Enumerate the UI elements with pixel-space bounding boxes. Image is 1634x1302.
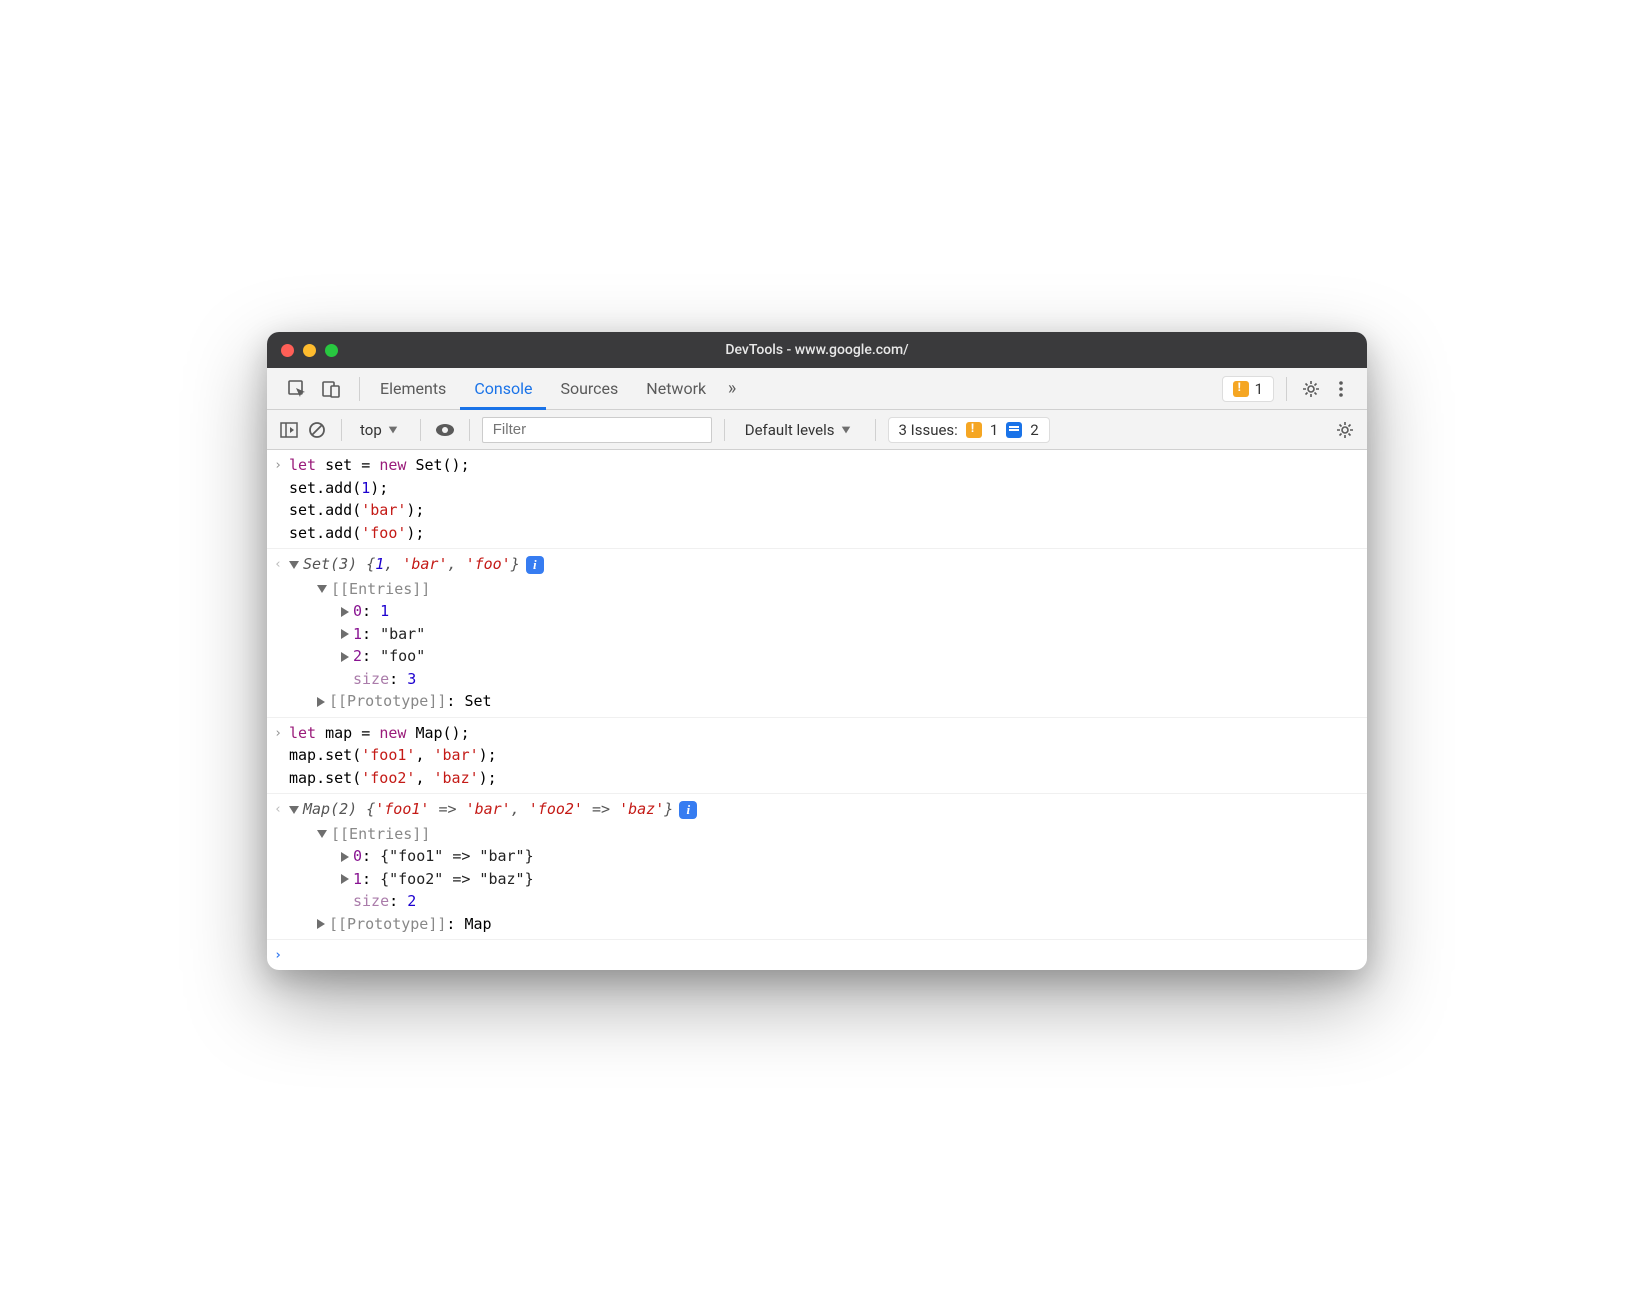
prototype-group[interactable]: [[Prototype]]: Set	[289, 690, 1357, 713]
disclosure-triangle-icon[interactable]	[341, 629, 349, 639]
code-line: let set = new Set();	[289, 454, 1357, 477]
chevron-down-icon	[841, 426, 850, 433]
entries-group[interactable]: [[Entries]]	[289, 578, 1357, 601]
levels-label: Default levels	[745, 421, 835, 439]
code-line: map.set('foo2', 'baz');	[289, 767, 1357, 790]
console-output: let set = new Set();set.add(1);set.add('…	[267, 450, 1367, 970]
warning-count: 1	[1255, 380, 1263, 398]
chevron-down-icon	[389, 426, 398, 433]
prompt-marker-icon	[267, 944, 289, 966]
row-content: Map(2) {'foo1' => 'bar', 'foo2' => 'baz'…	[289, 798, 1367, 935]
disclosure-triangle-icon[interactable]	[317, 585, 327, 593]
log-levels-selector[interactable]: Default levels	[737, 421, 863, 439]
disclosure-triangle-icon[interactable]	[341, 652, 349, 662]
settings-icon[interactable]	[1299, 377, 1323, 401]
disclosure-triangle-icon[interactable]	[289, 806, 299, 814]
size-property: size: 2	[289, 890, 1357, 913]
entry-item[interactable]: 1: "bar"	[289, 623, 1357, 646]
row-content: let set = new Set();set.add(1);set.add('…	[289, 454, 1367, 544]
maximize-window-button[interactable]	[325, 344, 338, 357]
tab-elements[interactable]: Elements	[366, 368, 460, 410]
live-expression-icon[interactable]	[433, 418, 457, 442]
separator	[724, 419, 725, 441]
message-icon	[1006, 422, 1022, 438]
disclosure-triangle-icon[interactable]	[341, 874, 349, 884]
warnings-badge[interactable]: 1	[1222, 376, 1274, 402]
code-line: set.add('bar');	[289, 499, 1357, 522]
sidebar-toggle-icon[interactable]	[277, 418, 301, 442]
console-row: let map = new Map();map.set('foo1', 'bar…	[267, 718, 1367, 795]
tab-console[interactable]: Console	[460, 368, 546, 410]
titlebar: DevTools - www.google.com/	[267, 332, 1367, 368]
entry-item[interactable]: 0: {"foo1" => "bar"}	[289, 845, 1357, 868]
console-row: let set = new Set();set.add(1);set.add('…	[267, 450, 1367, 549]
output-marker-icon	[267, 553, 289, 713]
devtools-window: DevTools - www.google.com/ Elements Cons…	[267, 332, 1367, 970]
disclosure-triangle-icon[interactable]	[289, 561, 299, 569]
separator	[469, 419, 470, 441]
input-marker-icon	[267, 454, 289, 544]
object-preview[interactable]: Set(3) {1, 'bar', 'foo'}i	[289, 553, 1357, 576]
disclosure-triangle-icon[interactable]	[317, 697, 325, 707]
inspect-element-icon[interactable]	[285, 377, 309, 401]
entry-item[interactable]: 2: "foo"	[289, 645, 1357, 668]
device-toggle-icon[interactable]	[319, 377, 343, 401]
console-prompt[interactable]	[267, 940, 1367, 970]
code-line: set.add(1);	[289, 477, 1357, 500]
prompt-input[interactable]	[289, 944, 1367, 966]
size-property: size: 3	[289, 668, 1357, 691]
context-selector[interactable]: top	[354, 421, 408, 439]
code-line: set.add('foo');	[289, 522, 1357, 545]
minimize-window-button[interactable]	[303, 344, 316, 357]
window-title: DevTools - www.google.com/	[267, 342, 1367, 358]
issues-label: 3 Issues:	[899, 421, 958, 439]
row-content: let map = new Map();map.set('foo1', 'bar…	[289, 722, 1367, 790]
console-row: Set(3) {1, 'bar', 'foo'}i[[Entries]]0: 1…	[267, 549, 1367, 718]
object-preview[interactable]: Map(2) {'foo1' => 'bar', 'foo2' => 'baz'…	[289, 798, 1357, 821]
input-marker-icon	[267, 722, 289, 790]
info-icon[interactable]: i	[679, 801, 697, 819]
separator	[359, 377, 360, 401]
tab-sources[interactable]: Sources	[546, 368, 632, 410]
separator	[875, 419, 876, 441]
more-tabs-icon[interactable]: »	[720, 377, 744, 401]
code-line: let map = new Map();	[289, 722, 1357, 745]
tab-network[interactable]: Network	[632, 368, 720, 410]
clear-console-icon[interactable]	[305, 418, 329, 442]
entry-item[interactable]: 1: {"foo2" => "baz"}	[289, 868, 1357, 891]
window-controls	[281, 344, 338, 357]
entry-item[interactable]: 0: 1	[289, 600, 1357, 623]
context-label: top	[360, 421, 382, 439]
disclosure-triangle-icon[interactable]	[341, 607, 349, 617]
warning-icon	[966, 422, 982, 438]
separator	[341, 419, 342, 441]
main-tabbar: Elements Console Sources Network » 1	[267, 368, 1367, 410]
disclosure-triangle-icon[interactable]	[317, 830, 327, 838]
warning-icon	[1233, 381, 1249, 397]
separator	[420, 419, 421, 441]
close-window-button[interactable]	[281, 344, 294, 357]
separator	[1286, 377, 1287, 401]
disclosure-triangle-icon[interactable]	[341, 852, 349, 862]
entries-group[interactable]: [[Entries]]	[289, 823, 1357, 846]
filter-input[interactable]	[482, 417, 712, 443]
console-row: Map(2) {'foo1' => 'bar', 'foo2' => 'baz'…	[267, 794, 1367, 940]
issues-warn-count: 1	[990, 421, 998, 439]
issues-button[interactable]: 3 Issues: 1 2	[888, 417, 1050, 443]
kebab-menu-icon[interactable]	[1329, 377, 1353, 401]
row-content: Set(3) {1, 'bar', 'foo'}i[[Entries]]0: 1…	[289, 553, 1367, 713]
disclosure-triangle-icon[interactable]	[317, 919, 325, 929]
console-settings-icon[interactable]	[1333, 418, 1357, 442]
code-line: map.set('foo1', 'bar');	[289, 744, 1357, 767]
output-marker-icon	[267, 798, 289, 935]
prototype-group[interactable]: [[Prototype]]: Map	[289, 913, 1357, 936]
console-toolbar: top Default levels 3 Issues: 1 2	[267, 410, 1367, 450]
issues-msg-count: 2	[1030, 421, 1038, 439]
info-icon[interactable]: i	[526, 556, 544, 574]
